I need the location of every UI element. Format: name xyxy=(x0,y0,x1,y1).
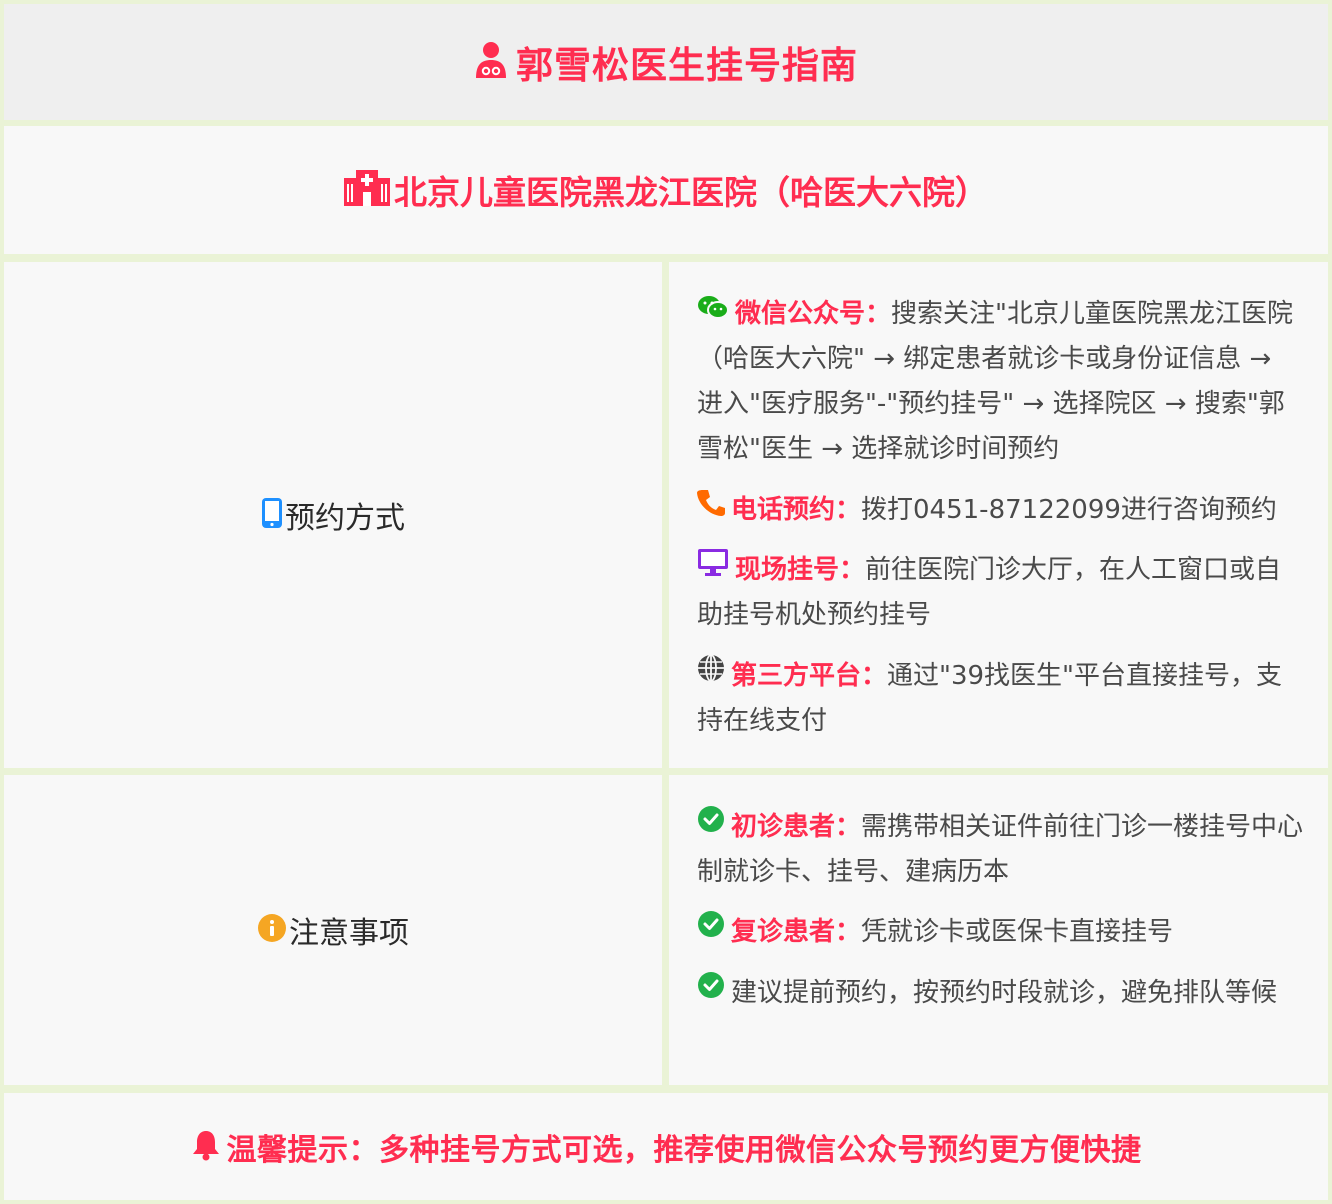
third-party-key: 第三方平台： xyxy=(731,661,888,691)
footer-tip: 温馨提示：多种挂号方式可选，推荐使用微信公众号预约更方便快捷 xyxy=(226,1132,1142,1168)
check-circle-icon xyxy=(697,969,725,1014)
wechat-key: 微信公众号： xyxy=(735,299,892,329)
phone-icon xyxy=(697,486,725,531)
monitor-icon xyxy=(697,546,729,591)
mobile-phone-icon xyxy=(261,497,283,533)
onsite-key: 现场挂号： xyxy=(735,555,866,585)
note-item-return-visit: 复诊患者：凭就诊卡或医保卡直接挂号 xyxy=(697,910,1304,955)
return-visit-key: 复诊患者： xyxy=(731,917,862,947)
footer-tip-row: 温馨提示：多种挂号方式可选，推荐使用微信公众号预约更方便快捷 xyxy=(4,1093,1328,1200)
return-visit-text: 凭就诊卡或医保卡直接挂号 xyxy=(861,917,1174,947)
note-item-first-visit: 初诊患者：需携带相关证件前往门诊一楼挂号中心制就诊卡、挂号、建病历本 xyxy=(697,805,1304,895)
notes-label-cell: 注意事项 xyxy=(4,775,662,1085)
phone-text: 拨打0451-87122099进行咨询预约 xyxy=(861,495,1277,525)
notes-cell: 初诊患者：需携带相关证件前往门诊一楼挂号中心制就诊卡、挂号、建病历本 复诊患者：… xyxy=(669,775,1328,1085)
bell-icon xyxy=(191,1129,221,1165)
wechat-icon xyxy=(697,290,729,335)
info-icon xyxy=(257,913,287,947)
booking-label-cell: 预约方式 xyxy=(4,262,662,768)
hospital-name: 北京儿童医院黑龙江医院（哈医大六院） xyxy=(394,173,988,212)
doctor-icon xyxy=(474,40,508,84)
phone-key: 电话预约： xyxy=(731,495,862,525)
first-visit-key: 初诊患者： xyxy=(731,812,862,842)
notes-label: 注意事项 xyxy=(289,916,409,951)
check-circle-icon xyxy=(697,908,725,953)
booking-item-third-party: 第三方平台：通过"39找医生"平台直接挂号，支持在线支付 xyxy=(697,654,1304,744)
advice-text: 建议提前预约，按预约时段就诊，避免排队等候 xyxy=(731,978,1278,1008)
guide-header: 郭雪松医生挂号指南 xyxy=(4,4,1328,120)
note-item-advice: 建议提前预约，按预约时段就诊，避免排队等候 xyxy=(697,971,1304,1016)
hospital-row: 北京儿童医院黑龙江医院（哈医大六院） xyxy=(4,126,1328,254)
booking-item-wechat: 微信公众号：搜索关注"北京儿童医院黑龙江医院（哈医大六院" → 绑定患者就诊卡或… xyxy=(697,292,1304,472)
booking-methods-cell: 微信公众号：搜索关注"北京儿童医院黑龙江医院（哈医大六院" → 绑定患者就诊卡或… xyxy=(669,262,1328,768)
check-circle-icon xyxy=(697,803,725,848)
page-title: 郭雪松医生挂号指南 xyxy=(516,44,858,87)
booking-item-phone: 电话预约：拨打0451-87122099进行咨询预约 xyxy=(697,488,1304,533)
booking-item-onsite: 现场挂号：前往医院门诊大厅，在人工窗口或自助挂号机处预约挂号 xyxy=(697,548,1304,638)
guide-page: 郭雪松医生挂号指南 北京儿童医院黑龙江医院（哈医大六院） 预约方式 微信公众号：… xyxy=(0,0,1332,1204)
hospital-icon xyxy=(344,170,390,210)
booking-label: 预约方式 xyxy=(285,501,405,536)
globe-icon xyxy=(697,652,725,697)
